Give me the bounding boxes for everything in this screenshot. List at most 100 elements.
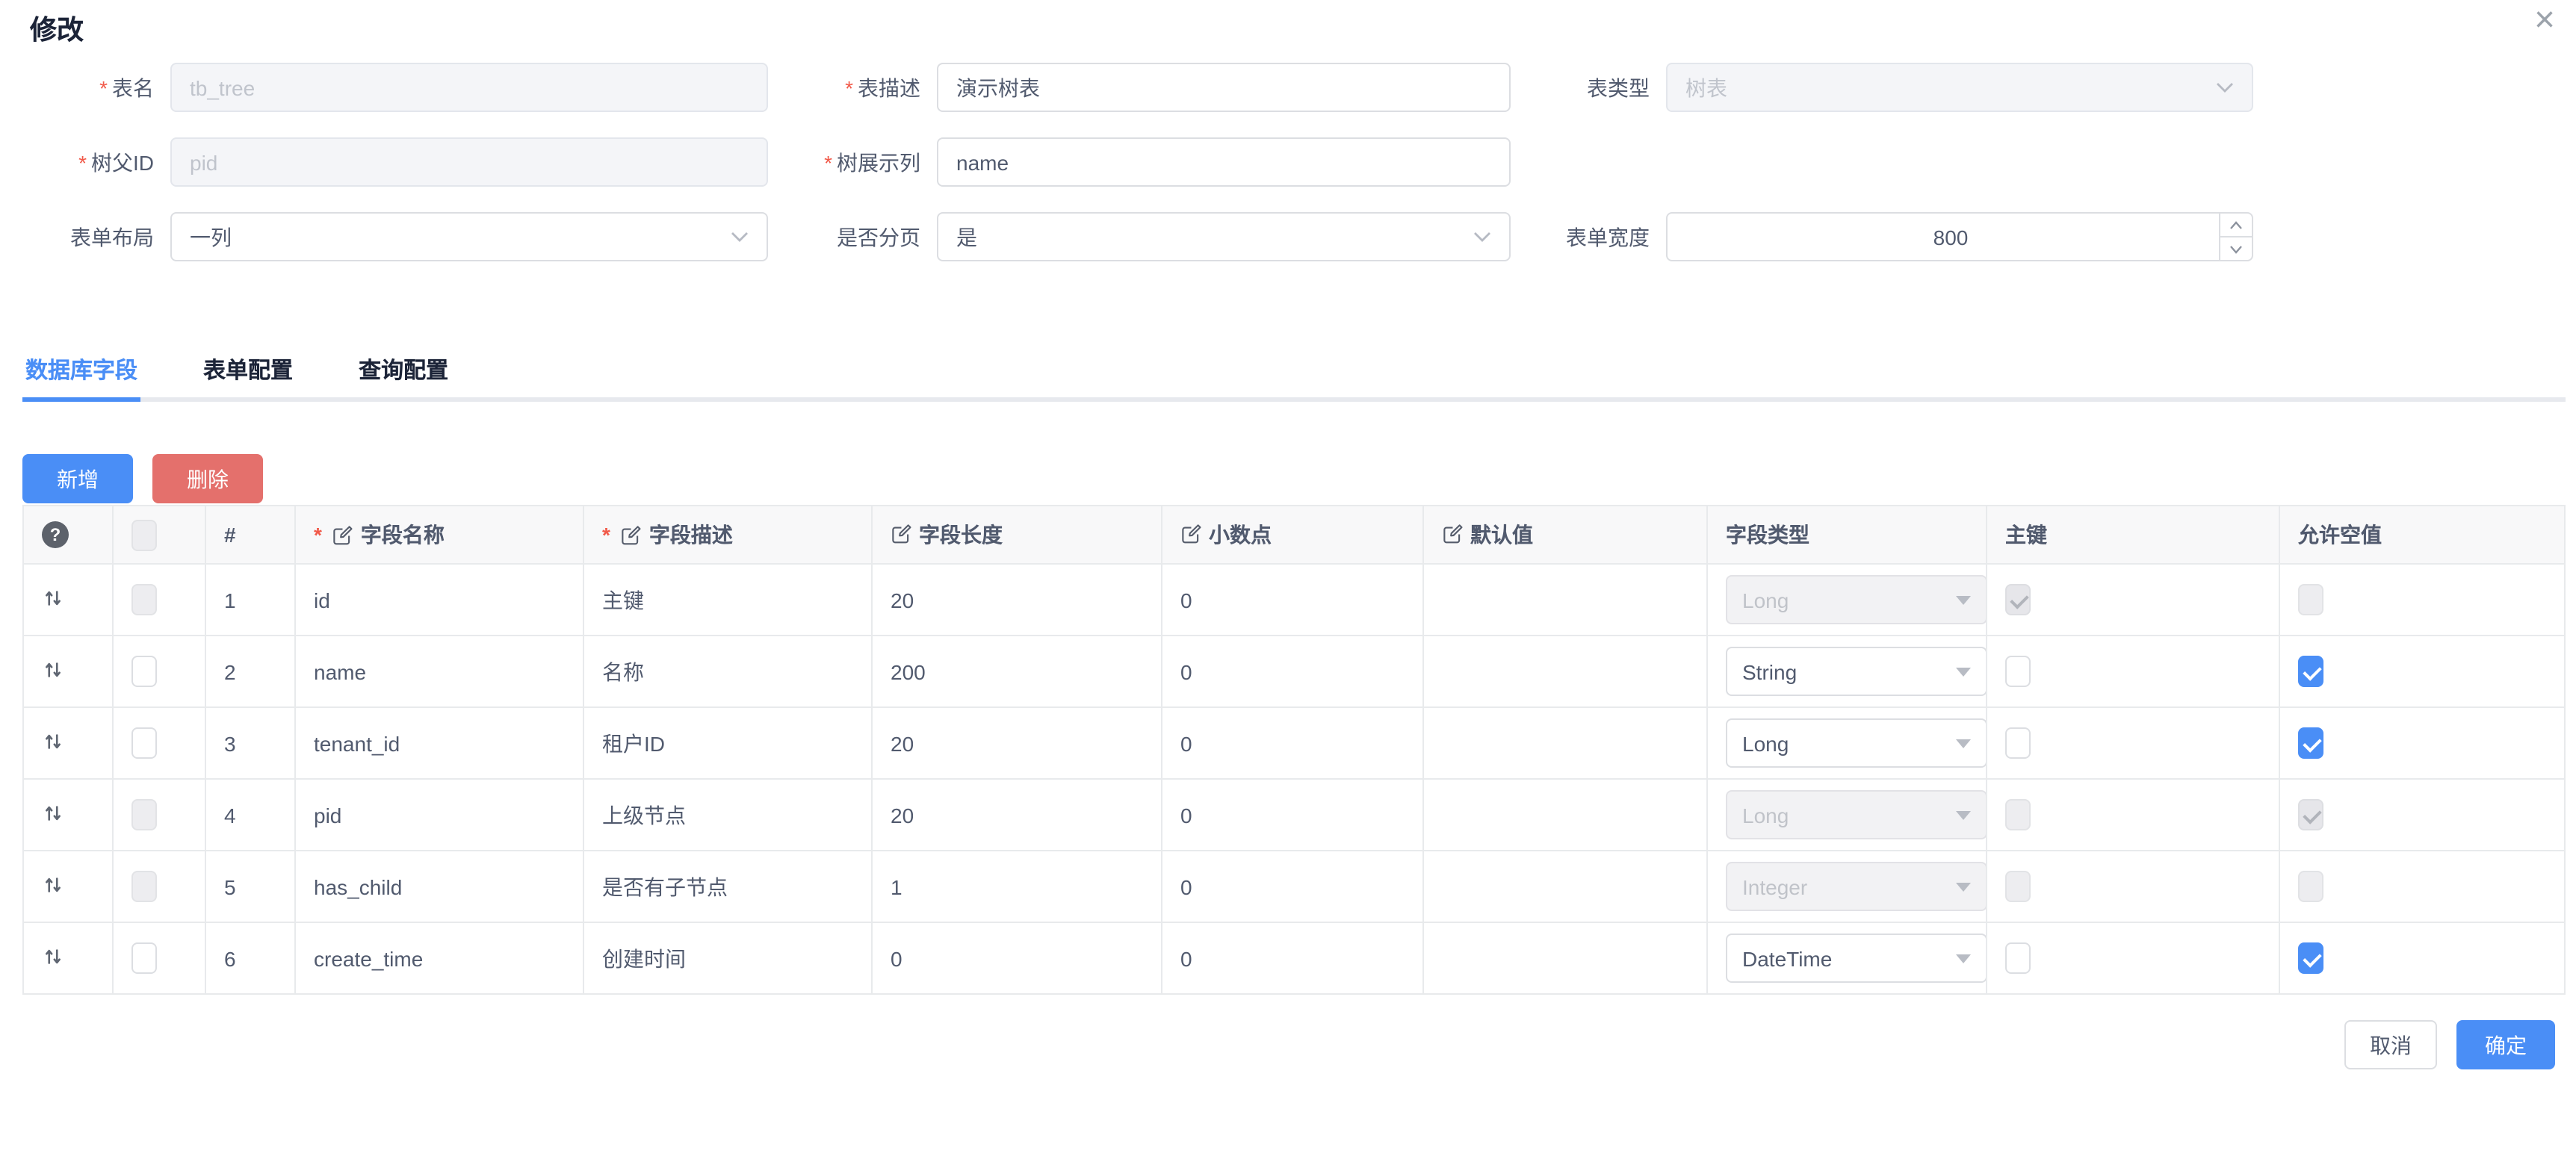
cell-row-select bbox=[113, 636, 205, 707]
cell-field-desc: 上级节点 bbox=[583, 779, 872, 851]
field-type-select[interactable]: DateTime bbox=[1726, 934, 1987, 983]
caret-down-icon bbox=[1956, 954, 1971, 963]
drag-sort-icon[interactable] bbox=[42, 730, 64, 752]
tab-query-config[interactable]: 查询配置 bbox=[356, 336, 451, 397]
form-item-table-name: *表名 bbox=[21, 63, 768, 112]
confirm-button[interactable]: 确定 bbox=[2456, 1020, 2555, 1069]
tab-form-config[interactable]: 表单配置 bbox=[200, 336, 296, 397]
column-header-help: ? bbox=[23, 506, 113, 564]
drag-sort-icon[interactable] bbox=[42, 945, 64, 967]
table-meta-form: *表名 *表描述 表类型 树表 *树父ID bbox=[0, 0, 2576, 261]
form-item-tree-parent-id: *树父ID bbox=[21, 137, 768, 187]
cell-drag bbox=[23, 636, 113, 707]
cell-primary-key bbox=[1987, 707, 2279, 779]
cell-primary-key bbox=[1987, 851, 2279, 922]
field-type-select[interactable]: Long bbox=[1726, 718, 1987, 768]
allow-null-checkbox[interactable] bbox=[2298, 727, 2323, 759]
table-type-label: 表类型 bbox=[1511, 72, 1666, 102]
cell-default-value bbox=[1423, 922, 1707, 994]
tree-parent-id-label: *树父ID bbox=[21, 147, 170, 177]
caret-down-icon bbox=[1956, 810, 1971, 819]
cell-decimal-point: 0 bbox=[1162, 779, 1423, 851]
edit-icon bbox=[1442, 524, 1464, 546]
row-select-checkbox[interactable] bbox=[131, 656, 157, 687]
cell-drag bbox=[23, 851, 113, 922]
fields-table: ?#*字段名称*字段描述字段长度小数点默认值字段类型主键允许空值 1id主键20… bbox=[22, 505, 2566, 995]
delete-row-button[interactable]: 删除 bbox=[152, 454, 263, 503]
cell-primary-key bbox=[1987, 564, 2279, 636]
drag-sort-icon[interactable] bbox=[42, 658, 64, 680]
edit-table-dialog: 修改 × *表名 *表描述 表类型 树表 bbox=[0, 0, 2576, 1168]
cell-drag bbox=[23, 707, 113, 779]
cell-field-length: 200 bbox=[872, 636, 1162, 707]
cell-field-length: 20 bbox=[872, 564, 1162, 636]
field-type-select[interactable]: String bbox=[1726, 647, 1987, 696]
cell-field-length: 20 bbox=[872, 707, 1162, 779]
required-star: * bbox=[314, 523, 322, 547]
cell-drag bbox=[23, 564, 113, 636]
cell-field-length: 20 bbox=[872, 779, 1162, 851]
increment-button[interactable] bbox=[2220, 214, 2252, 237]
chevron-up-icon bbox=[2229, 220, 2243, 229]
pagination-select[interactable]: 是 bbox=[937, 212, 1511, 261]
allow-null-checkbox[interactable] bbox=[2298, 656, 2323, 687]
close-icon[interactable]: × bbox=[2534, 3, 2555, 39]
edit-icon bbox=[332, 524, 355, 546]
cell-index: 2 bbox=[205, 636, 295, 707]
drag-sort-icon[interactable] bbox=[42, 586, 64, 609]
table-row: 1id主键200Long bbox=[23, 564, 2565, 636]
tree-parent-id-input bbox=[170, 137, 768, 187]
table-toolbar: 新增 删除 bbox=[22, 454, 2566, 503]
row-select-checkbox[interactable] bbox=[131, 942, 157, 974]
field-type-select: Long bbox=[1726, 575, 1987, 624]
column-header-index: # bbox=[205, 506, 295, 564]
cell-field-name: pid bbox=[295, 779, 583, 851]
field-table-body: 1id主键200Long2name名称2000String3tenant_id租… bbox=[23, 564, 2565, 994]
cancel-button[interactable]: 取消 bbox=[2344, 1020, 2437, 1069]
cell-default-value bbox=[1423, 564, 1707, 636]
cell-decimal-point: 0 bbox=[1162, 636, 1423, 707]
table-type-select: 树表 bbox=[1666, 63, 2253, 112]
table-desc-input[interactable] bbox=[937, 63, 1511, 112]
form-item-tree-display-col: *树展示列 bbox=[768, 137, 1511, 187]
cell-field-desc: 租户ID bbox=[583, 707, 872, 779]
cell-field-name: name bbox=[295, 636, 583, 707]
cell-field-name: has_child bbox=[295, 851, 583, 922]
table-header-row: ?#*字段名称*字段描述字段长度小数点默认值字段类型主键允许空值 bbox=[23, 506, 2565, 564]
cell-field-type: Long bbox=[1707, 707, 1987, 779]
primary-key-checkbox[interactable] bbox=[2005, 942, 2031, 974]
cell-primary-key bbox=[1987, 922, 2279, 994]
help-icon[interactable]: ? bbox=[42, 521, 69, 548]
cell-field-name: create_time bbox=[295, 922, 583, 994]
row-select-checkbox[interactable] bbox=[131, 727, 157, 759]
cell-row-select bbox=[113, 707, 205, 779]
drag-sort-icon[interactable] bbox=[42, 801, 64, 824]
form-width-input[interactable] bbox=[1666, 212, 2253, 261]
cell-allow-null bbox=[2279, 636, 2565, 707]
cell-decimal-point: 0 bbox=[1162, 707, 1423, 779]
tree-display-col-input[interactable] bbox=[937, 137, 1511, 187]
tab-database-fields[interactable]: 数据库字段 bbox=[22, 336, 140, 397]
add-row-button[interactable]: 新增 bbox=[22, 454, 133, 503]
cell-field-type: DateTime bbox=[1707, 922, 1987, 994]
drag-sort-icon[interactable] bbox=[42, 873, 64, 895]
decrement-button[interactable] bbox=[2220, 237, 2252, 260]
form-layout-select[interactable]: 一列 bbox=[170, 212, 768, 261]
cell-field-desc: 主键 bbox=[583, 564, 872, 636]
primary-key-checkbox[interactable] bbox=[2005, 656, 2031, 687]
cell-allow-null bbox=[2279, 707, 2565, 779]
edit-icon bbox=[891, 524, 913, 546]
row-select-checkbox bbox=[131, 584, 157, 615]
column-header-primary-key: 主键 bbox=[1987, 506, 2279, 564]
allow-null-checkbox[interactable] bbox=[2298, 942, 2323, 974]
cell-field-type: String bbox=[1707, 636, 1987, 707]
primary-key-checkbox[interactable] bbox=[2005, 727, 2031, 759]
caret-down-icon bbox=[1956, 667, 1971, 676]
cell-field-desc: 名称 bbox=[583, 636, 872, 707]
table-desc-label: *表描述 bbox=[768, 72, 937, 102]
caret-down-icon bbox=[1956, 739, 1971, 748]
chevron-down-icon bbox=[2216, 82, 2234, 93]
column-header-allow-null: 允许空值 bbox=[2279, 506, 2565, 564]
cell-index: 1 bbox=[205, 564, 295, 636]
table-name-label: *表名 bbox=[21, 72, 170, 102]
